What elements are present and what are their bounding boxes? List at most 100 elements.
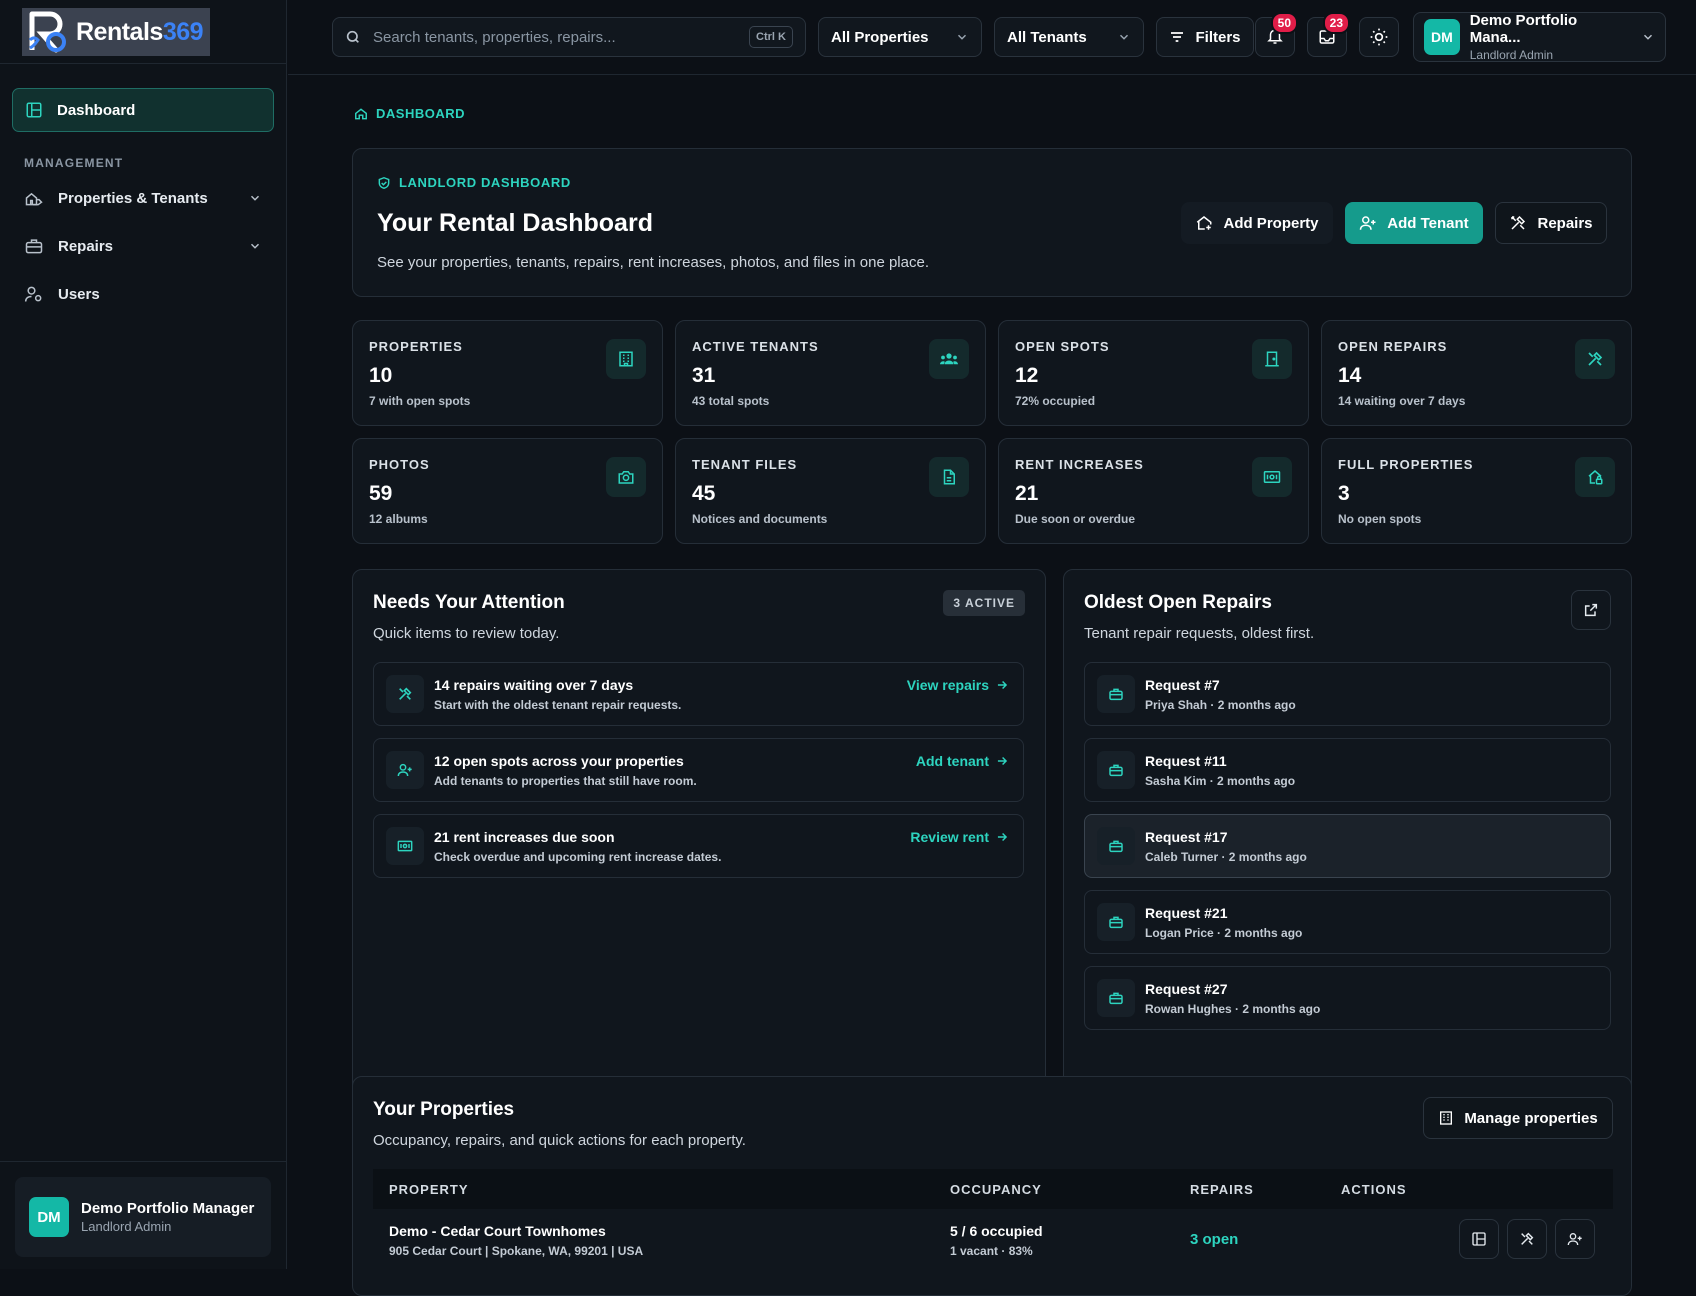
toolbox-icon [1097, 675, 1135, 713]
tenant-select[interactable]: All Tenants [994, 17, 1144, 57]
arrow-right-icon [995, 678, 1009, 692]
toolbox-icon [1097, 827, 1135, 865]
stat-sub: 12 albums [369, 512, 428, 526]
app-logo[interactable]: Rentals369 [22, 8, 210, 56]
home-icon [354, 107, 368, 121]
sidebar-item-users[interactable]: Users [12, 272, 274, 316]
chevron-down-icon [1117, 30, 1131, 44]
stat-card-properties[interactable]: PROPERTIES 10 7 with open spots [352, 320, 663, 426]
manage-properties-button[interactable]: Manage properties [1423, 1097, 1613, 1139]
review-rent-link[interactable]: Review rent [910, 829, 1009, 845]
user-menu[interactable]: DM Demo Portfolio Mana... Landlord Admin [1413, 12, 1666, 62]
money-icon [386, 827, 424, 865]
sidebar-user-card[interactable]: DM Demo Portfolio Manager Landlord Admin [15, 1177, 271, 1257]
user-plus-icon [386, 751, 424, 789]
repair-request-row[interactable]: Request #21 Logan Price · 2 months ago [1084, 890, 1611, 954]
search-input[interactable]: Search tenants, properties, repairs... [373, 29, 616, 46]
search-icon [345, 29, 361, 45]
breadcrumb[interactable]: DASHBOARD [354, 106, 465, 121]
property-repairs-button[interactable] [1507, 1219, 1547, 1259]
repair-request-sub: Logan Price · 2 months ago [1145, 926, 1303, 940]
avatar: DM [1424, 19, 1460, 55]
tenant-select-value: All Tenants [1007, 28, 1087, 46]
link-label: Review rent [910, 829, 989, 845]
repair-request-sub: Caleb Turner · 2 months ago [1145, 850, 1307, 864]
repairs-button[interactable]: Repairs [1495, 202, 1607, 244]
property-select-value: All Properties [831, 28, 929, 46]
attention-item-title: 21 rent increases due soon [434, 829, 615, 845]
stat-card-photos[interactable]: PHOTOS 59 12 albums [352, 438, 663, 544]
repair-request-sub: Sasha Kim · 2 months ago [1145, 774, 1296, 788]
page-subtitle: See your properties, tenants, repairs, r… [377, 254, 929, 271]
repair-request-title: Request #17 [1145, 829, 1228, 845]
repair-request-row[interactable]: Request #11 Sasha Kim · 2 months ago [1084, 738, 1611, 802]
stat-card-open-repairs[interactable]: OPEN REPAIRS 14 14 waiting over 7 days [1321, 320, 1632, 426]
chevron-down-icon[interactable] [248, 191, 262, 205]
sidebar-item-properties-tenants[interactable]: Properties & Tenants [12, 176, 274, 220]
attention-item-open-spots[interactable]: 12 open spots across your properties Add… [373, 738, 1024, 802]
sidebar-item-repairs[interactable]: Repairs [12, 224, 274, 268]
theme-toggle-button[interactable] [1359, 17, 1399, 57]
user-gear-icon [24, 284, 44, 304]
attention-item-repairs[interactable]: 14 repairs waiting over 7 days Start wit… [373, 662, 1024, 726]
property-add-tenant-button[interactable] [1555, 1219, 1595, 1259]
sun-icon [1369, 27, 1389, 47]
column-header: ACTIONS [1341, 1181, 1407, 1197]
add-tenant-link[interactable]: Add tenant [916, 753, 1009, 769]
sidebar-item-label: Users [58, 285, 100, 303]
property-select[interactable]: All Properties [818, 17, 982, 57]
chevron-down-icon[interactable] [248, 239, 262, 253]
repair-request-row[interactable]: Request #17 Caleb Turner · 2 months ago [1084, 814, 1611, 878]
manage-properties-label: Manage properties [1464, 1109, 1598, 1127]
repair-request-row[interactable]: Request #7 Priya Shah · 2 months ago [1084, 662, 1611, 726]
stat-card-tenant-files[interactable]: TENANT FILES 45 Notices and documents [675, 438, 986, 544]
add-tenant-button[interactable]: Add Tenant [1345, 202, 1483, 244]
arrow-right-icon [995, 754, 1009, 768]
file-icon [929, 457, 969, 497]
repair-request-row[interactable]: Request #27 Rowan Hughes · 2 months ago [1084, 966, 1611, 1030]
occupancy-sub: 1 vacant · 83% [950, 1244, 1033, 1258]
filters-button[interactable]: Filters [1156, 17, 1254, 57]
stat-card-rent-increases[interactable]: RENT INCREASES 21 Due soon or overdue [998, 438, 1309, 544]
repair-request-title: Request #21 [1145, 905, 1228, 921]
filters-label: Filters [1195, 28, 1241, 46]
stat-label: TENANT FILES [692, 457, 798, 472]
stat-card-full-properties[interactable]: FULL PROPERTIES 3 No open spots [1321, 438, 1632, 544]
stat-sub: 43 total spots [692, 394, 770, 408]
search-shortcut: Ctrl K [749, 26, 793, 48]
attention-item-rent[interactable]: 21 rent increases due soon Check overdue… [373, 814, 1024, 878]
link-label: View repairs [906, 677, 989, 693]
stat-label: OPEN SPOTS [1015, 339, 1110, 354]
attention-title: Needs Your Attention [373, 592, 565, 613]
stat-sub: 14 waiting over 7 days [1338, 394, 1466, 408]
open-repairs-external-button[interactable] [1571, 590, 1611, 630]
hand-home-icon [24, 188, 44, 208]
view-repairs-link[interactable]: View repairs [907, 677, 1009, 693]
occupancy-value: 5 / 6 occupied [950, 1223, 1043, 1239]
layout-icon [1471, 1231, 1487, 1247]
toolbox-icon [1097, 751, 1135, 789]
sidebar-item-label: Properties & Tenants [58, 189, 208, 207]
notifications-button[interactable]: 50 [1255, 12, 1298, 57]
stat-label: ACTIVE TENANTS [692, 339, 819, 354]
add-property-button[interactable]: Add Property [1181, 202, 1333, 244]
building-icon [1438, 1110, 1454, 1126]
attention-item-title: 12 open spots across your properties [434, 753, 684, 769]
add-property-label: Add Property [1223, 214, 1319, 232]
property-address: 905 Cedar Court | Spokane, WA, 99201 | U… [389, 1244, 644, 1258]
hero-tag-label: LANDLORD DASHBOARD [399, 175, 571, 190]
stat-card-active-tenants[interactable]: ACTIVE TENANTS 31 43 total spots [675, 320, 986, 426]
logo-mark-icon [26, 10, 72, 54]
repairs-count-link[interactable]: 3 open [1190, 1231, 1238, 1248]
search-box[interactable]: Search tenants, properties, repairs... C… [332, 17, 806, 57]
sidebar-item-dashboard[interactable]: Dashboard [12, 88, 274, 132]
messages-badge: 23 [1322, 12, 1350, 34]
shield-check-icon [377, 176, 391, 190]
attention-item-sub: Check overdue and upcoming rent increase… [434, 850, 722, 864]
messages-button[interactable]: 23 [1307, 12, 1350, 57]
view-property-button[interactable] [1459, 1219, 1499, 1259]
stat-value: 3 [1338, 482, 1350, 505]
properties-title: Your Properties [373, 1099, 515, 1120]
stat-card-open-spots[interactable]: OPEN SPOTS 12 72% occupied [998, 320, 1309, 426]
property-name[interactable]: Demo - Cedar Court Townhomes [389, 1223, 606, 1239]
